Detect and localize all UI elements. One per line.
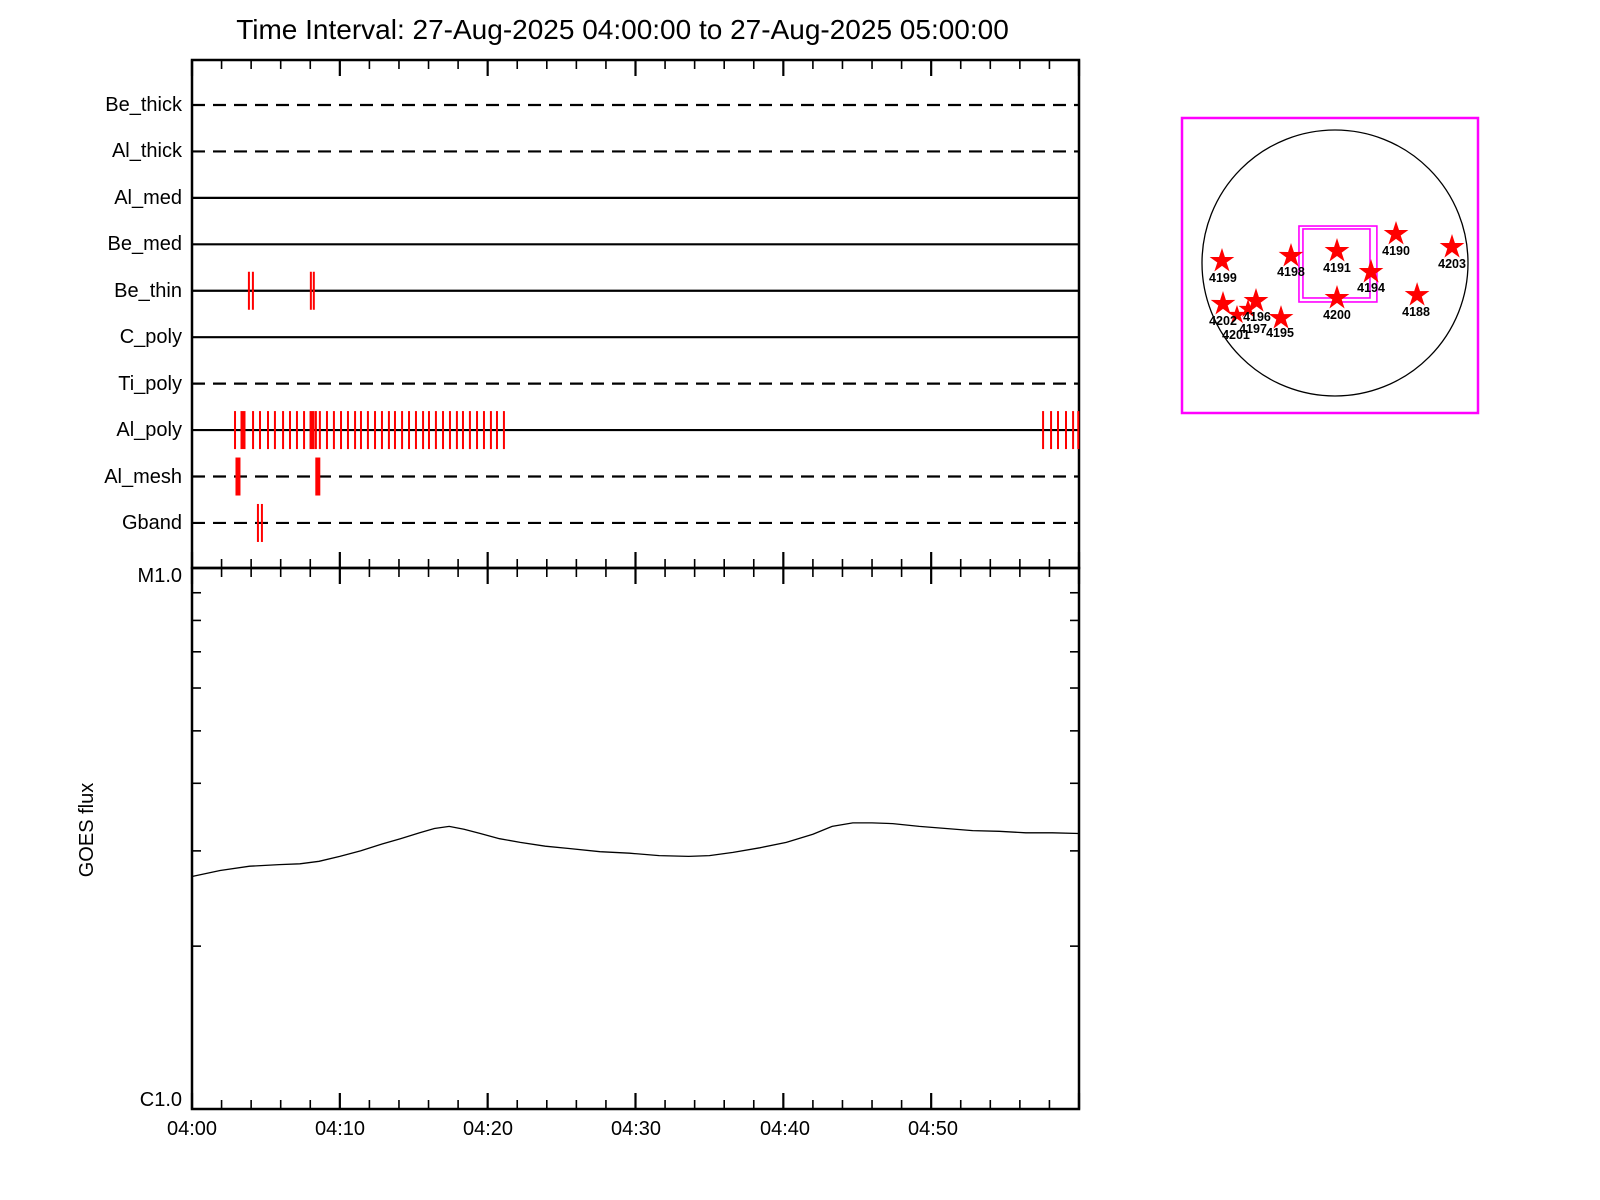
- active-region-label-4199: 4199: [1209, 271, 1237, 285]
- active-region-label-4188: 4188: [1402, 305, 1430, 319]
- active-region-star-4199: [1209, 248, 1235, 272]
- sun-map: 4201419741994202 419641954198 419142004194…: [1180, 116, 1480, 415]
- active-region-star-4203: [1439, 234, 1465, 258]
- timeline-panel-border: [190, 58, 1081, 570]
- active-region-label-4190: 4190: [1382, 244, 1410, 258]
- active-region-label-4196: 4196: [1243, 310, 1271, 324]
- plot-page: Time Interval: 27-Aug-2025 04:00:00 to 2…: [0, 0, 1600, 1200]
- active-region-label-4198: 4198: [1277, 265, 1305, 279]
- time-axis-ticks: [190, 60, 1081, 1109]
- goes-flux-line: [191, 822, 1080, 878]
- goes-panel-border: [190, 566, 1081, 1111]
- active-region-star-4194: [1358, 259, 1384, 283]
- active-region-label-4203: 4203: [1438, 257, 1466, 271]
- filter-rows: [192, 103, 1080, 542]
- panel-borders: [190, 58, 1081, 1111]
- active-region-label-4200: 4200: [1323, 308, 1351, 322]
- active-region-label-4195: 4195: [1266, 326, 1294, 340]
- active-region-label-4197: 4197: [1239, 322, 1267, 336]
- active-region-star-4190: [1383, 221, 1409, 245]
- goes-y-ticks: [192, 591, 1079, 947]
- active-region-star-4200: [1324, 285, 1350, 309]
- active-region-star-4191: [1324, 238, 1350, 262]
- active-region-label-4202: 4202: [1209, 314, 1237, 328]
- active-region-star-4188: [1404, 282, 1430, 306]
- goes-curve: [191, 822, 1080, 878]
- plot-figure: 4201419741994202 419641954198 419142004194…: [190, 58, 1480, 1111]
- active-region-label-4191: 4191: [1323, 261, 1351, 275]
- active-region-star-4202: [1210, 291, 1236, 315]
- active-region-label-4194: 4194: [1357, 281, 1385, 295]
